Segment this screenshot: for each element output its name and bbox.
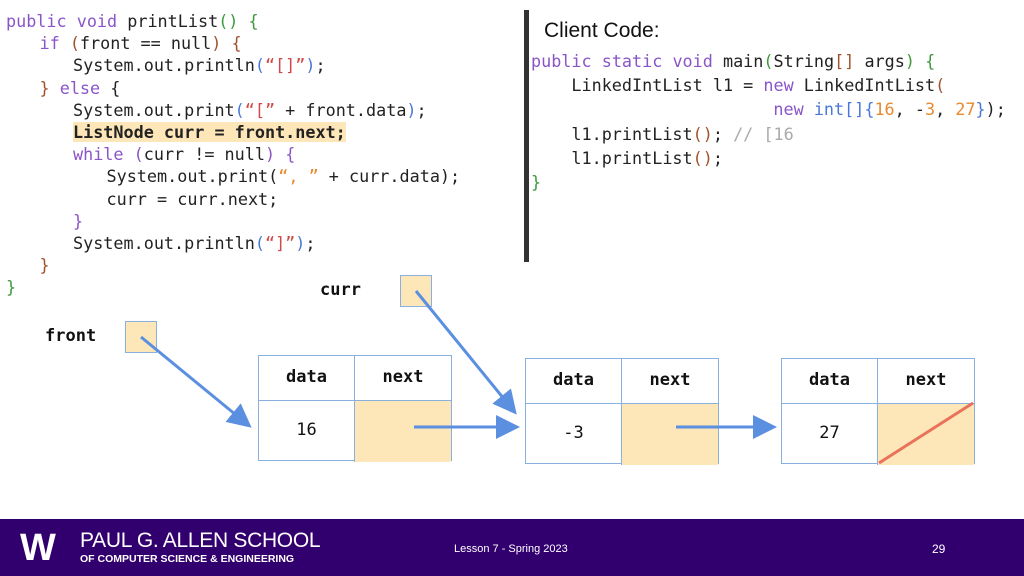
uw-logo: W bbox=[20, 527, 56, 569]
null-slash bbox=[878, 401, 974, 465]
footer: W PAUL G. ALLEN SCHOOL OF COMPUTER SCIEN… bbox=[0, 519, 1024, 576]
front-arrow bbox=[140, 335, 252, 428]
school-subtitle: OF COMPUTER SCIENCE & ENGINEERING bbox=[80, 553, 295, 565]
curr-arrow bbox=[414, 290, 517, 415]
pointer-arrows bbox=[140, 290, 974, 465]
school-name: PAUL G. ALLEN SCHOOL bbox=[80, 529, 321, 552]
lesson-label: Lesson 7 - Spring 2023 bbox=[454, 543, 568, 555]
page-number: 29 bbox=[932, 542, 946, 556]
